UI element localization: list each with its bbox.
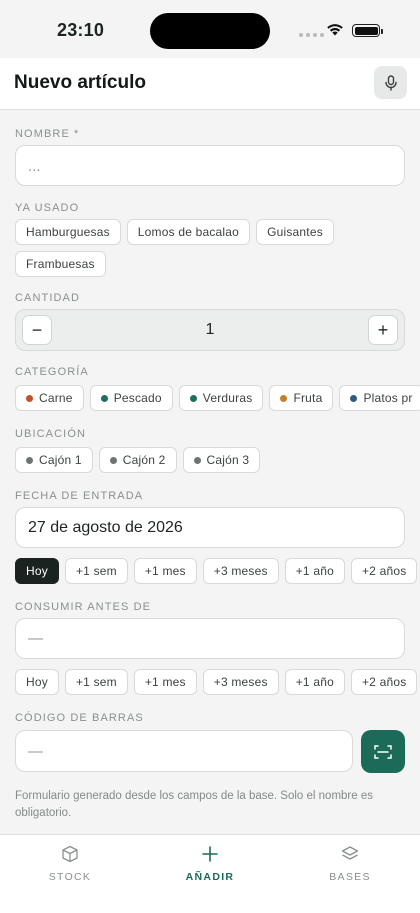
quick-date-2-anos[interactable]: +2 años	[350, 558, 418, 584]
wifi-icon	[327, 24, 343, 36]
cantidad-label: CANTIDAD	[15, 292, 81, 304]
quick-date-hoy[interactable]: Hoy	[15, 558, 59, 584]
quick-date-3-meses[interactable]: +3 meses	[202, 669, 279, 695]
category-color-dot	[100, 394, 108, 402]
category-label: Pescado	[113, 391, 162, 405]
quantity-stepper: − 1 +	[15, 309, 405, 351]
location-dot	[26, 456, 33, 464]
tab-bases[interactable]: BASES	[300, 845, 400, 883]
increment-button[interactable]: +	[368, 315, 398, 345]
category-chip-verduras[interactable]: Verduras	[178, 385, 264, 411]
fecha-entrada-quick: Hoy +1 sem +1 mes +3 meses +1 año +2 año…	[15, 558, 418, 584]
quick-date-1-ano[interactable]: +1 año	[284, 558, 345, 584]
fecha-entrada-input[interactable]: 27 de agosto de 2026	[15, 507, 405, 548]
category-color-dot	[280, 394, 288, 402]
category-chip-carne[interactable]: Carne	[15, 385, 84, 411]
quick-date-3-meses[interactable]: +3 meses	[202, 558, 279, 584]
cellular-signal-icon	[299, 33, 324, 37]
location-chip-cajon-1[interactable]: Cajón 1	[15, 447, 93, 473]
categoria-chips: Carne Pescado Verduras Fruta Platos pr	[15, 385, 420, 411]
location-dot	[109, 456, 117, 464]
barcode-input[interactable]: —	[15, 730, 353, 772]
form-footnote: Formulario generado desde los campos de …	[15, 790, 373, 819]
dynamic-island	[150, 13, 270, 49]
tab-label: STOCK	[48, 871, 92, 883]
consumir-antes-value: —	[28, 630, 43, 647]
tab-label: BASES	[329, 871, 371, 883]
quantity-value: 1	[205, 321, 215, 338]
category-label: Fruta	[293, 391, 323, 405]
ya-usado-row-2: Frambuesas	[15, 251, 106, 277]
header: Nuevo artículo	[0, 58, 420, 110]
fecha-entrada-value: 27 de agosto de 2026	[28, 519, 183, 536]
nombre-label: NOMBRE *	[15, 128, 80, 140]
quick-date-2-anos[interactable]: +2 años	[350, 669, 418, 695]
voice-input-button[interactable]	[374, 66, 407, 99]
consumir-antes-label: CONSUMIR ANTES DE	[15, 601, 152, 613]
location-dot	[193, 456, 201, 464]
tab-label: AÑADIR	[185, 871, 235, 883]
quick-date-1-sem[interactable]: +1 sem	[64, 669, 128, 695]
recent-item-chip[interactable]: Lomos de bacalao	[126, 219, 251, 245]
battery-icon	[352, 24, 383, 37]
location-chip-cajon-3[interactable]: Cajón 3	[182, 447, 261, 473]
category-color-dot	[350, 394, 358, 402]
ubicacion-label: UBICACIÓN	[15, 428, 87, 440]
nombre-placeholder: ...	[28, 158, 41, 175]
quick-date-1-mes[interactable]: +1 mes	[133, 669, 197, 695]
location-label: Cajón 1	[39, 453, 82, 467]
codigo-barras-label: CÓDIGO DE BARRAS	[15, 712, 144, 724]
category-label: Platos pr	[363, 391, 413, 405]
recent-item-chip[interactable]: Frambuesas	[15, 251, 106, 277]
quick-date-1-sem[interactable]: +1 sem	[64, 558, 128, 584]
quick-date-hoy[interactable]: Hoy	[15, 669, 59, 695]
consumir-antes-input[interactable]: —	[15, 618, 405, 659]
location-label: Cajón 3	[206, 453, 250, 467]
category-chip-platos[interactable]: Platos pr	[339, 385, 420, 411]
page-title: Nuevo artículo	[14, 72, 146, 93]
tab-stock[interactable]: STOCK	[20, 845, 120, 883]
location-label: Cajón 2	[122, 453, 166, 467]
recent-item-chip[interactable]: Guisantes	[256, 219, 334, 245]
nombre-input[interactable]: ...	[15, 145, 405, 186]
layers-icon	[341, 846, 359, 860]
barcode-scan-icon	[374, 744, 392, 759]
microphone-icon	[384, 74, 397, 91]
category-chip-pescado[interactable]: Pescado	[89, 385, 173, 411]
scan-barcode-button[interactable]	[361, 730, 405, 773]
plus-icon	[202, 846, 218, 862]
tab-anadir[interactable]: AÑADIR	[160, 845, 260, 883]
location-chip-cajon-2[interactable]: Cajón 2	[98, 447, 177, 473]
status-time: 23:10	[57, 20, 105, 40]
ya-usado-row-1: Hamburguesas Lomos de bacalao Guisantes	[15, 219, 334, 245]
box-icon	[62, 845, 78, 863]
barcode-value: —	[28, 743, 43, 760]
categoria-label: CATEGORÍA	[15, 366, 89, 378]
fecha-entrada-label: FECHA DE ENTRADA	[15, 490, 144, 502]
quick-date-1-ano[interactable]: +1 año	[284, 669, 345, 695]
category-chip-fruta[interactable]: Fruta	[269, 385, 334, 411]
category-label: Carne	[39, 391, 73, 405]
recent-item-chip[interactable]: Hamburguesas	[15, 219, 121, 245]
category-label: Verduras	[202, 391, 253, 405]
consumir-antes-quick: Hoy +1 sem +1 mes +3 meses +1 año +2 año…	[15, 669, 418, 695]
ubicacion-chips: Cajón 1 Cajón 2 Cajón 3	[15, 447, 261, 473]
quick-date-1-mes[interactable]: +1 mes	[133, 558, 197, 584]
status-bar: 23:10	[0, 0, 420, 58]
category-color-dot	[26, 394, 33, 402]
bottom-tab-bar: STOCK AÑADIR BASES	[0, 834, 420, 913]
ya-usado-label: YA USADO	[15, 202, 80, 214]
category-color-dot	[189, 394, 197, 402]
